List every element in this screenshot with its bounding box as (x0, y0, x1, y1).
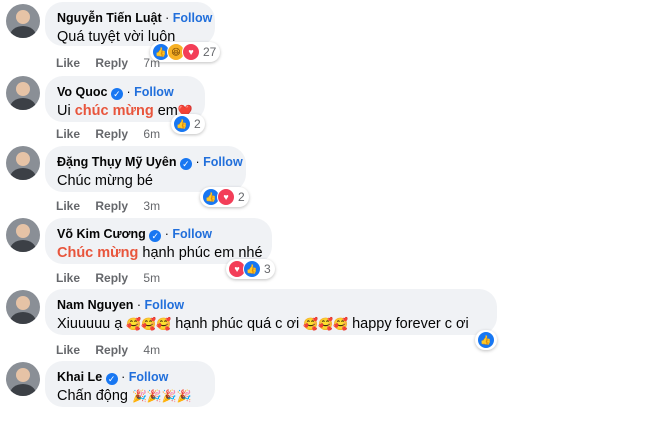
like-reaction-icon: 👍 (173, 115, 191, 133)
reaction-count: 2 (238, 190, 245, 204)
like-reaction-icon: 👍 (243, 260, 261, 278)
avatar[interactable] (6, 146, 40, 180)
timestamp[interactable]: 5m (143, 271, 160, 285)
follow-button[interactable]: Follow (145, 298, 185, 312)
author-name[interactable]: Khai Le (57, 370, 102, 384)
comment-bubble: Nam Nguyen · Follow Xiuuuuu ạ 🥰🥰🥰 hạnh p… (45, 289, 497, 335)
follow-button[interactable]: Follow (129, 370, 169, 384)
verified-icon: ✓ (179, 158, 192, 170)
author-name[interactable]: Nam Nguyen (57, 298, 133, 312)
timestamp[interactable]: 4m (143, 343, 160, 357)
like-button[interactable]: Like (56, 56, 80, 70)
love-reaction-icon: ♥ (182, 43, 200, 61)
reaction-summary[interactable]: 👍 ♥ 2 (200, 187, 249, 207)
comment-bubble: Võ Kim Cương ✓ · Follow Chúc mừng hạnh p… (45, 218, 272, 264)
verified-icon: ✓ (105, 373, 118, 385)
like-button[interactable]: Like (56, 199, 80, 213)
follow-button[interactable]: Follow (172, 227, 212, 241)
reaction-count: 2 (194, 117, 201, 131)
author-name[interactable]: Đặng Thụy Mỹ Uyên (57, 155, 176, 169)
follow-button[interactable]: Follow (203, 155, 243, 169)
reaction-summary[interactable]: 👍 2 (171, 114, 205, 134)
timestamp[interactable]: 3m (143, 199, 160, 213)
timestamp[interactable]: 6m (143, 127, 160, 141)
avatar[interactable] (6, 76, 40, 110)
like-button[interactable]: Like (56, 127, 80, 141)
reply-button[interactable]: Reply (95, 271, 128, 285)
avatar[interactable] (6, 290, 40, 324)
reply-button[interactable]: Reply (95, 343, 128, 357)
author-name[interactable]: Vo Quoc (57, 85, 107, 99)
smiling-hearts-emoji-icon: 🥰🥰🥰 (303, 317, 349, 331)
verified-icon: ✓ (110, 88, 123, 100)
comment-text: Xiuuuuu ạ 🥰🥰🥰 hạnh phúc quá c ơi 🥰🥰🥰 hap… (57, 316, 469, 332)
timestamp[interactable]: 7m (143, 56, 160, 70)
reaction-count: 3 (264, 262, 271, 276)
avatar[interactable] (6, 362, 40, 396)
author-name[interactable]: Nguyễn Tiến Luật (57, 11, 162, 25)
smiling-hearts-emoji-icon: 🥰🥰🥰 (126, 317, 172, 331)
reply-button[interactable]: Reply (95, 56, 128, 70)
like-reaction-icon: 👍 (477, 331, 495, 349)
avatar[interactable] (6, 4, 40, 38)
verified-icon: ✓ (149, 230, 162, 242)
comment-bubble: Khai Le ✓ · Follow Chấn động 🎉🎉🎉🎉 (45, 361, 215, 407)
comment-bubble: Nguyễn Tiến Luật · Follow Quá tuyệt vời … (45, 2, 215, 46)
author-name[interactable]: Võ Kim Cương (57, 227, 146, 241)
reaction-count: 27 (203, 45, 217, 59)
like-button[interactable]: Like (56, 343, 80, 357)
reaction-summary[interactable]: ♥ 👍 3 (226, 259, 275, 279)
like-button[interactable]: Like (56, 271, 80, 285)
follow-button[interactable]: Follow (134, 85, 174, 99)
reply-button[interactable]: Reply (95, 127, 128, 141)
comment-text: Chấn động 🎉🎉🎉🎉 (57, 388, 192, 404)
reply-button[interactable]: Reply (95, 199, 128, 213)
comment-bubble: Đặng Thụy Mỹ Uyên ✓ · Follow Chúc mừng b… (45, 146, 246, 192)
reaction-summary[interactable]: 👍 (475, 330, 497, 350)
love-reaction-icon: ♥ (217, 188, 235, 206)
follow-button[interactable]: Follow (173, 11, 213, 25)
party-popper-emoji-icon: 🎉🎉🎉🎉 (131, 389, 192, 403)
avatar[interactable] (6, 218, 40, 252)
